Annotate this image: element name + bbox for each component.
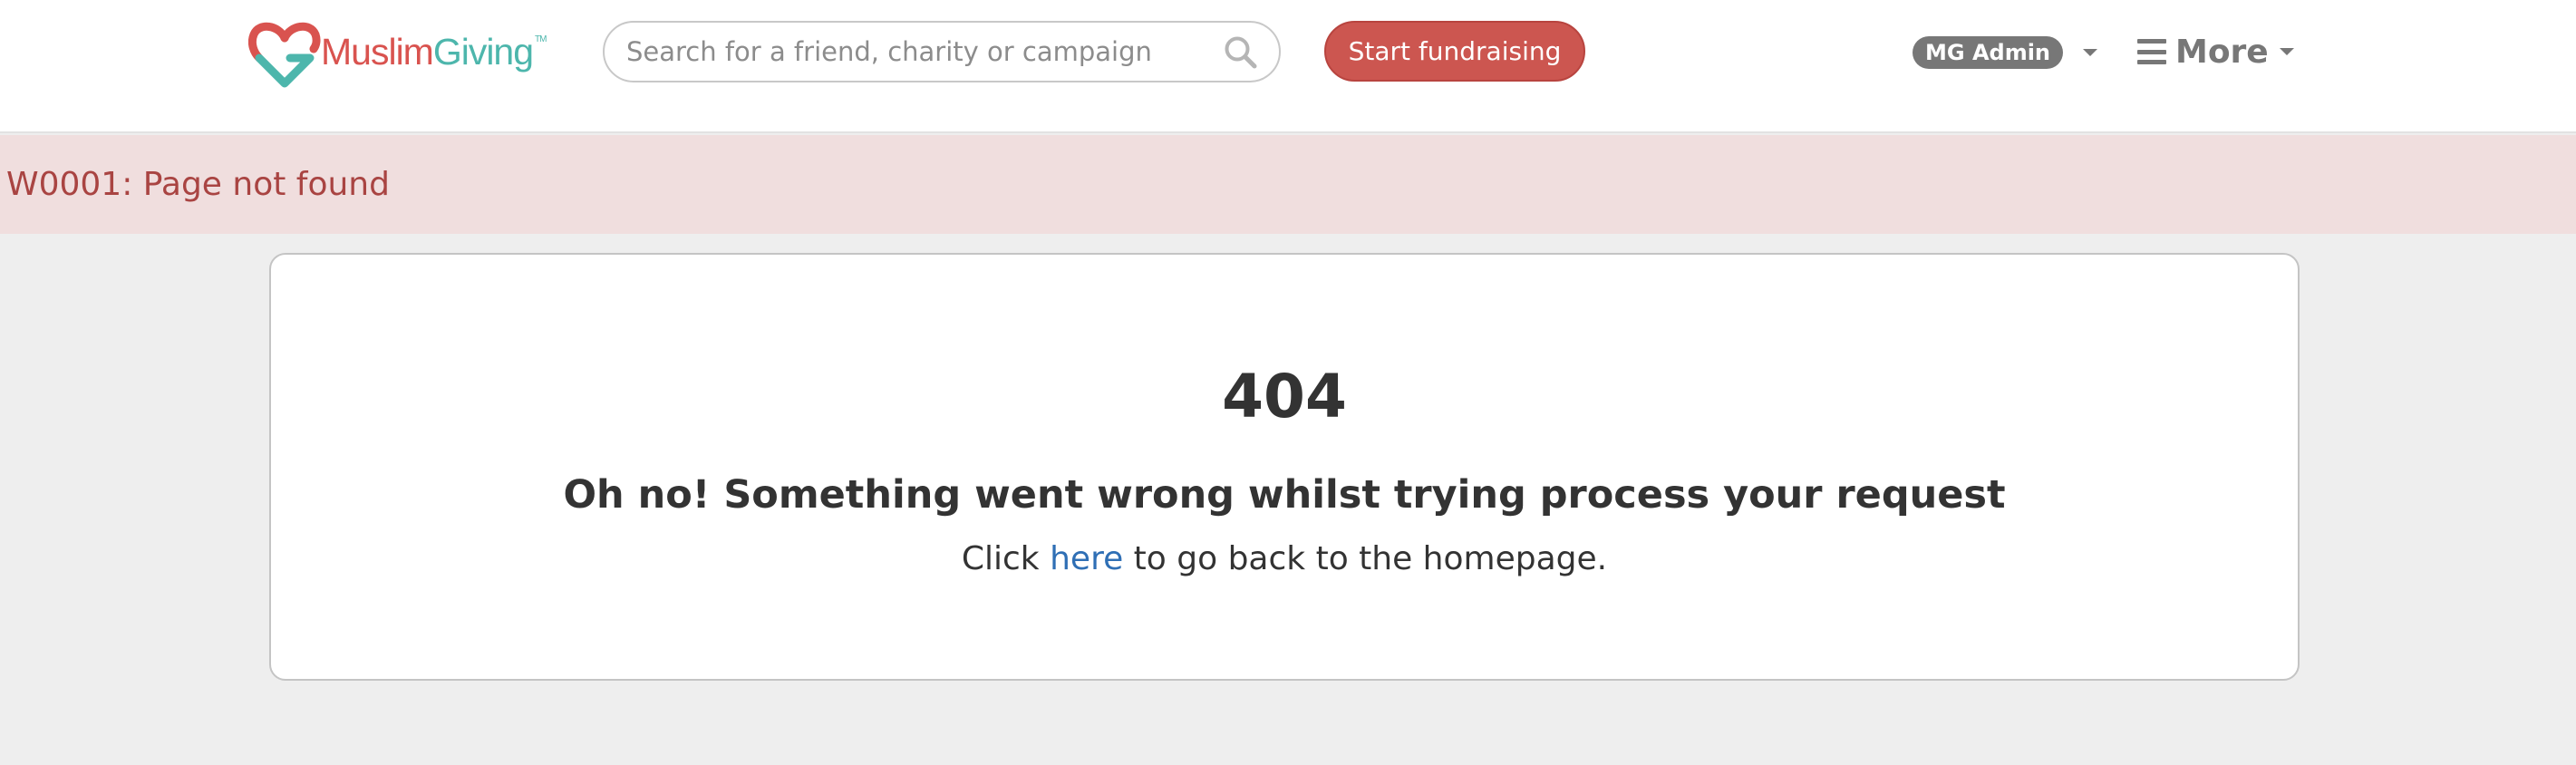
hamburger-icon (2137, 39, 2166, 64)
search-icon[interactable] (1223, 34, 1259, 71)
logo-trademark: TM (535, 34, 547, 44)
search-box (603, 21, 1281, 82)
error-message-prefix: Click (961, 540, 1051, 577)
heart-g-logo-icon (248, 22, 321, 88)
site-header: MuslimGivingTM Start fundraising MG Admi… (0, 0, 2576, 133)
chevron-down-icon (2083, 49, 2098, 56)
start-fundraising-button[interactable]: Start fundraising (1324, 21, 1585, 82)
error-alert-bar: W0001: Page not found (0, 135, 2576, 234)
error-code: 404 (1222, 362, 1347, 431)
more-menu-label: More (2175, 33, 2269, 71)
error-message: Click here to go back to the homepage. (271, 540, 2298, 577)
user-badge: MG Admin (1913, 36, 2064, 69)
chevron-down-icon (2279, 48, 2294, 55)
search-input[interactable] (626, 23, 1188, 81)
alert-message: W0001: Page not found (6, 166, 390, 203)
logo-text-giving: Giving (432, 30, 534, 73)
error-title: Oh no! Something went wrong whilst tryin… (563, 472, 2006, 518)
homepage-link[interactable]: here (1050, 540, 1123, 577)
logo-text-muslim: Muslim (321, 30, 434, 73)
error-message-suffix: to go back to the homepage. (1123, 540, 1608, 577)
more-menu-dropdown[interactable]: More (2137, 29, 2294, 74)
site-logo[interactable]: Muslim Giving TM (248, 18, 553, 89)
logo-wordmark: Muslim Giving TM (321, 30, 547, 73)
user-menu-dropdown[interactable]: MG Admin (1913, 36, 2098, 69)
error-panel: 404 Oh no! Something went wrong whilst t… (269, 253, 2300, 681)
